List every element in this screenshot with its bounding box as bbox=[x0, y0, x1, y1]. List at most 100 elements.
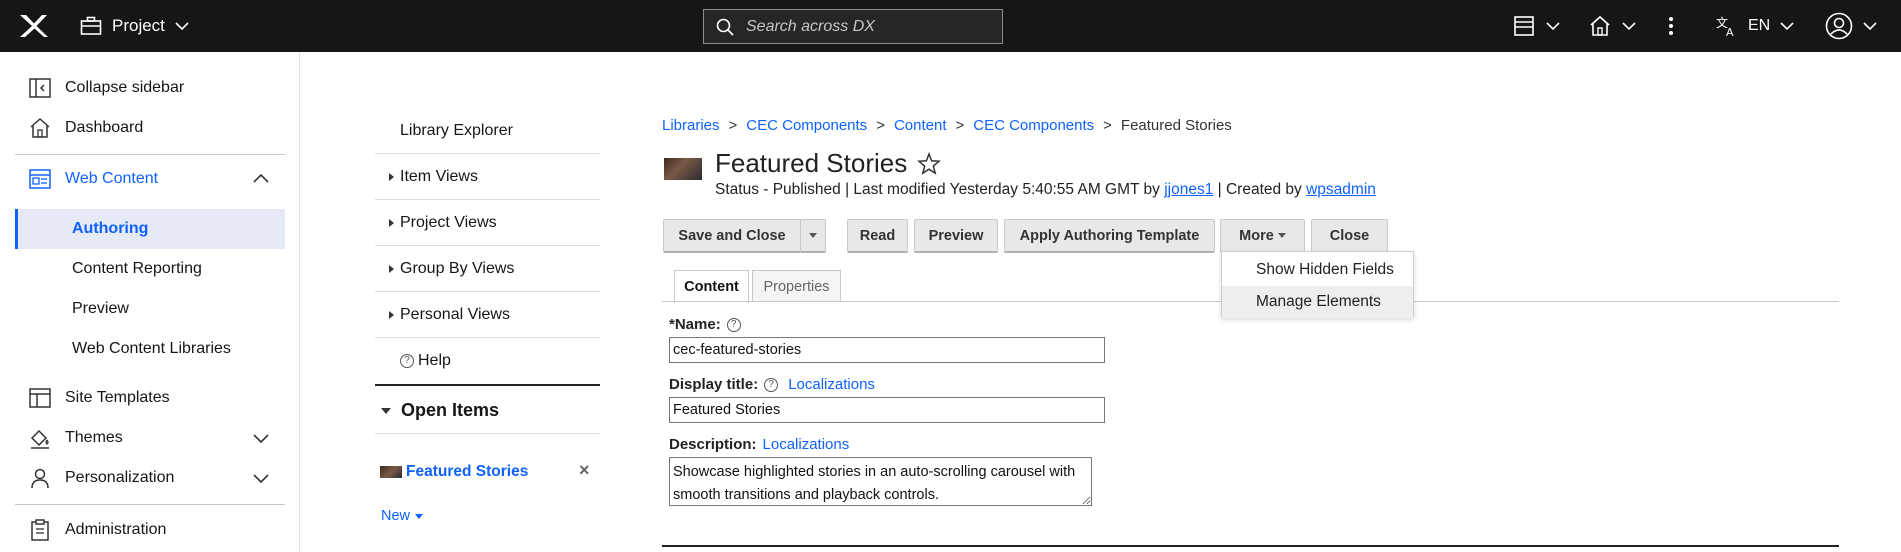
home-menu[interactable] bbox=[1588, 12, 1636, 40]
description-label: Description: bbox=[669, 436, 757, 453]
language-label: EN bbox=[1748, 17, 1771, 34]
language-selector[interactable]: 文 A EN bbox=[1716, 12, 1794, 40]
breadcrumb-libraries[interactable]: Libraries bbox=[662, 117, 720, 134]
personalization-label: Personalization bbox=[65, 469, 175, 486]
expand-triangle-icon bbox=[389, 310, 394, 319]
svg-text:A: A bbox=[1726, 26, 1734, 37]
display-title-label: Display title: bbox=[669, 376, 759, 393]
user-icon bbox=[31, 468, 49, 489]
item-views-label: Item Views bbox=[400, 167, 478, 185]
global-search[interactable] bbox=[703, 9, 1003, 44]
item-views-toggle[interactable]: Item Views bbox=[375, 154, 600, 200]
project-selector[interactable]: Project bbox=[80, 14, 189, 38]
group-by-views-toggle[interactable]: Group By Views bbox=[375, 246, 600, 292]
web-content-label: Web Content bbox=[65, 170, 159, 187]
menu-item-manage-elements[interactable]: Manage Elements bbox=[1222, 286, 1413, 318]
open-items-toggle[interactable]: Open Items bbox=[375, 388, 600, 434]
status-text: Status - Published | Last modified Yeste… bbox=[715, 181, 1160, 198]
chevron-down-icon bbox=[1780, 22, 1794, 31]
help-link[interactable]: ? Help bbox=[375, 338, 600, 386]
breadcrumb-separator: > bbox=[1103, 117, 1112, 134]
display-title-field[interactable] bbox=[669, 397, 1105, 423]
search-icon bbox=[716, 18, 734, 36]
name-field-label: *Name: ? bbox=[669, 316, 745, 333]
breadcrumb-separator: > bbox=[728, 117, 738, 134]
project-views-toggle[interactable]: Project Views bbox=[375, 200, 600, 246]
user-menu[interactable] bbox=[1825, 12, 1877, 40]
sidebar-item-themes[interactable]: Themes bbox=[0, 418, 300, 458]
sidebar: Collapse sidebar Dashboard Web Content A… bbox=[0, 52, 300, 552]
name-field[interactable] bbox=[669, 337, 1105, 363]
description-localizations-link[interactable]: Localizations bbox=[763, 436, 850, 453]
chevron-down-icon bbox=[253, 434, 269, 444]
caret-down-icon bbox=[809, 233, 817, 238]
sidebar-item-authoring[interactable]: Authoring bbox=[15, 209, 285, 249]
sidebar-item-preview[interactable]: Preview bbox=[15, 289, 285, 329]
sites-icon bbox=[1514, 16, 1534, 36]
administration-label: Administration bbox=[65, 521, 167, 538]
tab-content[interactable]: Content bbox=[674, 270, 749, 303]
site-templates-icon bbox=[29, 388, 51, 408]
name-label: Name: bbox=[674, 316, 721, 333]
help-label: Help bbox=[418, 352, 451, 369]
collapse-sidebar-button[interactable]: Collapse sidebar bbox=[0, 68, 300, 108]
close-item-icon[interactable]: × bbox=[579, 460, 590, 481]
save-and-close-button[interactable]: Save and Close bbox=[663, 219, 801, 253]
save-options-dropdown[interactable] bbox=[800, 219, 826, 253]
clipboard-icon bbox=[31, 519, 49, 541]
open-item-row: Featured Stories × bbox=[380, 460, 600, 481]
more-dropdown-menu: Show Hidden Fields Manage Elements bbox=[1221, 251, 1414, 318]
dx-logo-icon[interactable] bbox=[18, 12, 48, 40]
briefcase-icon bbox=[80, 16, 102, 35]
breadcrumb-current: Featured Stories bbox=[1120, 117, 1232, 134]
chevron-up-icon bbox=[253, 173, 269, 183]
collapse-triangle-icon bbox=[381, 407, 391, 414]
sidebar-item-web-content[interactable]: Web Content bbox=[0, 159, 300, 199]
sidebar-item-web-content-libraries[interactable]: Web Content Libraries bbox=[15, 329, 285, 369]
page-title: Featured Stories bbox=[715, 148, 942, 179]
home-icon bbox=[30, 117, 50, 138]
chevron-down-icon bbox=[175, 22, 189, 31]
breadcrumb-content[interactable]: Content bbox=[894, 117, 947, 134]
apply-authoring-template-button[interactable]: Apply Authoring Template bbox=[1004, 219, 1215, 253]
read-button[interactable]: Read bbox=[847, 219, 908, 253]
help-icon[interactable]: ? bbox=[726, 317, 741, 332]
open-item-link[interactable]: Featured Stories bbox=[406, 463, 528, 481]
item-thumbnail bbox=[380, 466, 402, 478]
expand-triangle-icon bbox=[389, 264, 394, 273]
group-by-views-label: Group By Views bbox=[400, 259, 515, 277]
sidebar-item-personalization[interactable]: Personalization bbox=[0, 458, 300, 498]
section-divider bbox=[662, 545, 1839, 547]
open-items-header: Open Items bbox=[401, 400, 500, 420]
more-button[interactable]: More bbox=[1220, 219, 1305, 253]
breadcrumb-cec-components-2[interactable]: CEC Components bbox=[973, 117, 1094, 134]
sidebar-item-administration[interactable]: Administration bbox=[0, 510, 300, 550]
breadcrumb-cec-components[interactable]: CEC Components bbox=[746, 117, 867, 134]
menu-item-show-hidden-fields[interactable]: Show Hidden Fields bbox=[1222, 254, 1413, 286]
project-views-label: Project Views bbox=[400, 213, 497, 231]
sidebar-item-content-reporting[interactable]: Content Reporting bbox=[15, 249, 285, 289]
preview-button[interactable]: Preview bbox=[914, 219, 998, 253]
created-prefix: | Created by bbox=[1217, 181, 1302, 198]
sidebar-item-dashboard[interactable]: Dashboard bbox=[0, 108, 300, 148]
overflow-menu[interactable] bbox=[1667, 12, 1675, 40]
personal-views-label: Personal Views bbox=[400, 305, 510, 323]
star-icon[interactable] bbox=[917, 151, 942, 176]
paint-bucket-icon bbox=[30, 429, 49, 449]
sidebar-item-site-templates[interactable]: Site Templates bbox=[0, 378, 300, 418]
help-icon[interactable]: ? bbox=[764, 377, 779, 392]
modified-by-link[interactable]: jjones1 bbox=[1164, 181, 1213, 198]
breadcrumb: Libraries > CEC Components > Content > C… bbox=[662, 117, 1232, 134]
tab-properties[interactable]: Properties bbox=[752, 270, 841, 302]
created-by-link[interactable]: wpsadmin bbox=[1306, 181, 1376, 198]
sites-menu[interactable] bbox=[1512, 12, 1560, 40]
collapse-sidebar-icon bbox=[29, 78, 51, 98]
description-field[interactable]: Showcase highlighted stories in an auto-… bbox=[669, 457, 1092, 506]
library-explorer-link[interactable]: Library Explorer bbox=[375, 108, 600, 154]
breadcrumb-separator: > bbox=[955, 117, 965, 134]
search-input[interactable] bbox=[746, 17, 986, 36]
personal-views-toggle[interactable]: Personal Views bbox=[375, 292, 600, 338]
new-item-menu[interactable]: New bbox=[381, 508, 424, 524]
display-title-localizations-link[interactable]: Localizations bbox=[788, 376, 875, 393]
close-button[interactable]: Close bbox=[1311, 219, 1388, 253]
